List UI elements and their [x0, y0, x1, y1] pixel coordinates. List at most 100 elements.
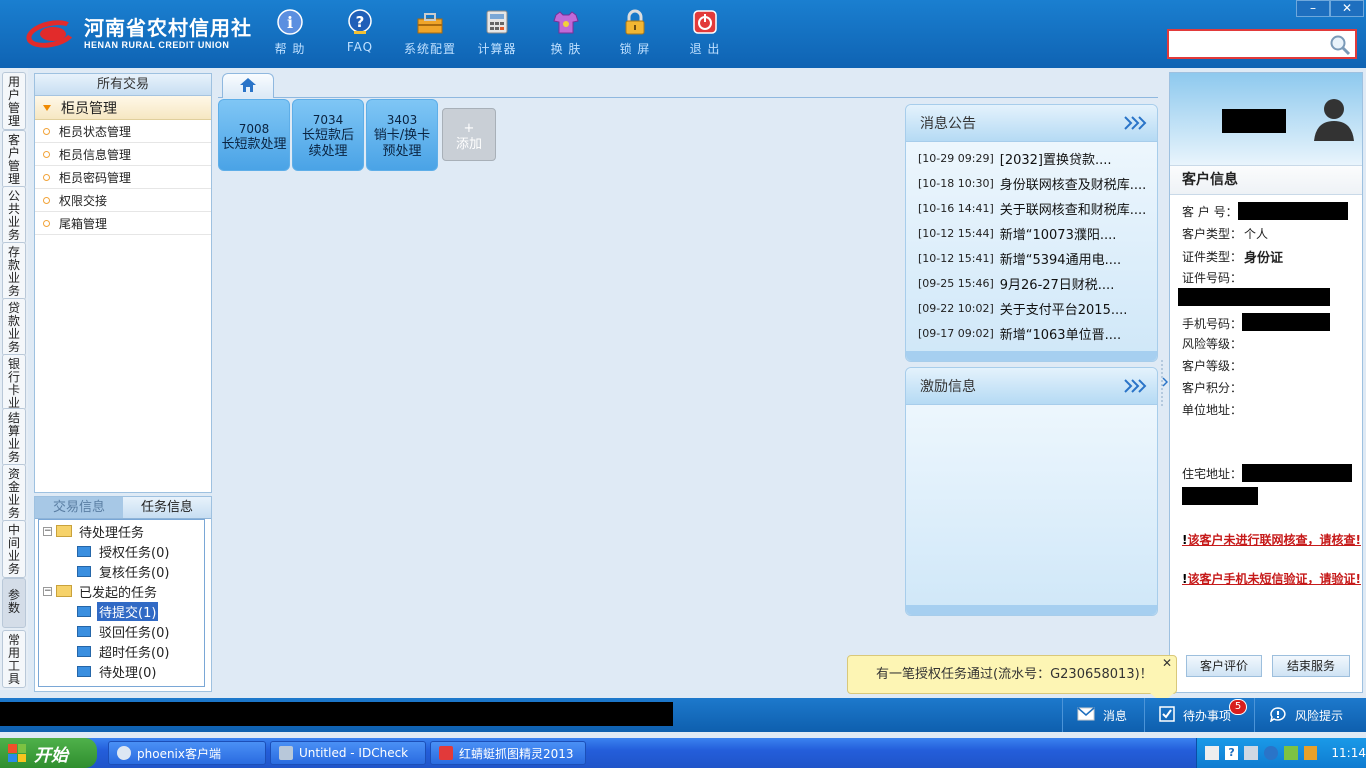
risk-tip-button[interactable]: 风险提示 — [1254, 698, 1366, 732]
network-icon[interactable] — [1264, 746, 1278, 760]
tree-node-pending[interactable]: − 待处理任务 — [39, 521, 204, 541]
help-button[interactable]: i 帮 助 — [260, 8, 320, 57]
vtab-parameters[interactable]: 参数 — [2, 578, 26, 628]
change-skin-button[interactable]: 换 肤 — [536, 8, 596, 57]
notice-item[interactable]: [10-12 15:41] 新增“5394通用电.... — [906, 246, 1157, 271]
vtab-public-business[interactable]: 公共业务 — [2, 186, 26, 244]
menu-item-teller-password[interactable]: 柜员密码管理 — [35, 166, 211, 189]
close-icon[interactable]: ✕ — [1161, 657, 1173, 669]
lock-screen-button[interactable]: 锁 屏 — [605, 8, 665, 57]
notice-item[interactable]: [09-22 10:02] 关于支付平台2015.... — [906, 296, 1157, 321]
shortcut-tile-3403[interactable]: 3403 销卡/换卡预处理 — [366, 99, 438, 171]
search-input[interactable] — [1169, 31, 1329, 57]
warning-exclamation: ! — [1355, 572, 1361, 586]
notice-item[interactable]: [10-12 15:44] 新增“10073濮阳.... — [906, 221, 1157, 246]
id-type-value: 身份证 — [1244, 251, 1284, 266]
vtab-fund-business[interactable]: 资金业务 — [2, 464, 26, 522]
faq-button[interactable]: ? FAQ — [330, 8, 390, 54]
vtab-common-tools[interactable]: 常用工具 — [2, 630, 26, 688]
warning-sms-verify-link[interactable]: !该客户手机未短信验证，请验证! — [1182, 570, 1362, 588]
task-icon — [77, 565, 91, 577]
tree-label: 复核任务(0) — [99, 565, 170, 581]
collapse-icon[interactable]: − — [43, 526, 52, 536]
tree-node-to-process[interactable]: 待处理(0) — [39, 661, 204, 681]
shortcut-tile-7008[interactable]: 7008 长短款处理 — [218, 99, 290, 171]
volume-icon[interactable] — [1283, 746, 1298, 760]
shortcut-tile-7034[interactable]: 7034 长短款后续处理 — [292, 99, 364, 171]
help-tray-icon[interactable]: ? — [1224, 746, 1239, 760]
vtab-settlement-business[interactable]: 结算业务 — [2, 408, 26, 466]
tree-node-rejected[interactable]: 驳回任务(0) — [39, 621, 204, 641]
tree-node-timeout[interactable]: 超时任务(0) — [39, 641, 204, 661]
tree-node-auth[interactable]: 授权任务(0) — [39, 541, 204, 561]
vtab-loan-business[interactable]: 贷款业务 — [2, 298, 26, 356]
tree-label: 超时任务(0) — [99, 645, 170, 661]
teller-management-group[interactable]: 柜员管理 — [35, 96, 211, 120]
id-number-redacted — [1178, 288, 1330, 306]
notice-item[interactable]: [10-29 09:29] [2032]置换贷款.... — [906, 146, 1157, 171]
system-config-button[interactable]: 系统配置 — [400, 8, 460, 57]
taskbar-app-label: Untitled - IDCheck — [299, 746, 409, 760]
logout-button[interactable]: 退 出 — [675, 8, 735, 57]
status-bar: 消息 待办事项 风险提示 — [0, 698, 1366, 732]
tab-transaction-info[interactable]: 交易信息 — [35, 497, 123, 519]
taskbar-app-screenshot[interactable]: 红蜻蜓抓图精灵2013 — [430, 741, 586, 765]
more-arrows-icon[interactable] — [1123, 378, 1147, 398]
phone-row: 手机号码： — [1182, 315, 1242, 332]
search-icon[interactable] — [1329, 34, 1351, 59]
calculator-icon — [483, 8, 511, 36]
start-button[interactable]: 开始 — [0, 738, 97, 768]
warning-network-check-link[interactable]: !该客户未进行联网核查，请核查! — [1182, 531, 1362, 549]
tree-node-initiated[interactable]: − 已发起的任务 — [39, 581, 204, 601]
menu-item-tail-box[interactable]: 尾箱管理 — [35, 212, 211, 235]
notice-date: [10-18 10:30] — [918, 177, 994, 190]
customer-type-label: 客户类型： — [1182, 227, 1243, 241]
notice-item[interactable]: [10-18 10:30] 身份联网核查及财税库.... — [906, 171, 1157, 196]
tab-home[interactable] — [222, 73, 274, 98]
todo-label: 待办事项 — [1183, 708, 1232, 723]
tree-node-review[interactable]: 复核任务(0) — [39, 561, 204, 581]
task-panel: 交易信息 任务信息 − 待处理任务 授权任务(0) 复核任务(0) − 已发起的任务… — [34, 496, 212, 692]
notice-date: [10-16 14:41] — [918, 202, 994, 215]
notice-item[interactable]: [10-16 14:41] 关于联网核查和财税库.... — [906, 196, 1157, 221]
taskbar-app-idcheck[interactable]: Untitled - IDCheck — [270, 741, 426, 765]
close-window-button[interactable]: ✕ — [1330, 0, 1364, 17]
notice-panel-title: 消息公告 — [920, 116, 976, 132]
language-icon[interactable] — [1244, 746, 1259, 760]
bullet-icon — [43, 219, 50, 227]
customer-evaluation-button[interactable]: 客户评价 — [1186, 655, 1262, 677]
minimize-button[interactable]: – — [1296, 0, 1330, 17]
app-tray-icon[interactable] — [1303, 746, 1318, 760]
all-transactions-header[interactable]: 所有交易 — [35, 74, 211, 96]
vtab-bank-card-business[interactable]: 银行卡业务 — [2, 354, 26, 410]
more-arrows-icon[interactable] — [1123, 115, 1147, 135]
shirt-icon — [552, 8, 580, 36]
menu-item-teller-info[interactable]: 柜员信息管理 — [35, 143, 211, 166]
collapse-panel-handle[interactable] — [1160, 360, 1169, 406]
tree-node-to-submit[interactable]: 待提交(1) — [39, 601, 204, 621]
calculator-button[interactable]: 计算器 — [467, 8, 527, 57]
app-icon — [279, 746, 293, 760]
menu-item-teller-status[interactable]: 柜员状态管理 — [35, 120, 211, 143]
vtab-deposit-business[interactable]: 存款业务 — [2, 242, 26, 300]
add-shortcut-button[interactable]: + 添加 — [442, 108, 496, 161]
work-address-row: 单位地址： — [1182, 401, 1242, 418]
vtab-customer-management[interactable]: 客户管理 — [2, 130, 26, 188]
system-config-label: 系统配置 — [403, 42, 456, 56]
task-icon — [77, 645, 91, 657]
collapse-icon[interactable]: − — [43, 586, 52, 596]
notice-item[interactable]: [09-25 15:46] 9月26-27日财税.... — [906, 271, 1157, 296]
tab-task-info[interactable]: 任务信息 — [123, 497, 211, 519]
bullet-icon — [43, 127, 50, 135]
vtab-intermediary-business[interactable]: 中间业务 — [2, 520, 26, 578]
menu-item-label: 权限交接 — [59, 193, 108, 208]
messages-button[interactable]: 消息 — [1062, 698, 1142, 732]
vtab-user-management[interactable]: 用户管理 — [2, 72, 26, 130]
menu-item-permission-handover[interactable]: 权限交接 — [35, 189, 211, 212]
taskbar-app-phoenix[interactable]: phoenix客户端 — [108, 741, 266, 765]
end-service-button[interactable]: 结束服务 — [1272, 655, 1350, 677]
notice-text: 关于支付平台2015.... — [999, 303, 1128, 318]
keyboard-icon[interactable] — [1205, 746, 1219, 760]
calculator-label: 计算器 — [477, 42, 517, 56]
notice-item[interactable]: [09-17 09:02] 新增“1063单位晋.... — [906, 321, 1157, 346]
